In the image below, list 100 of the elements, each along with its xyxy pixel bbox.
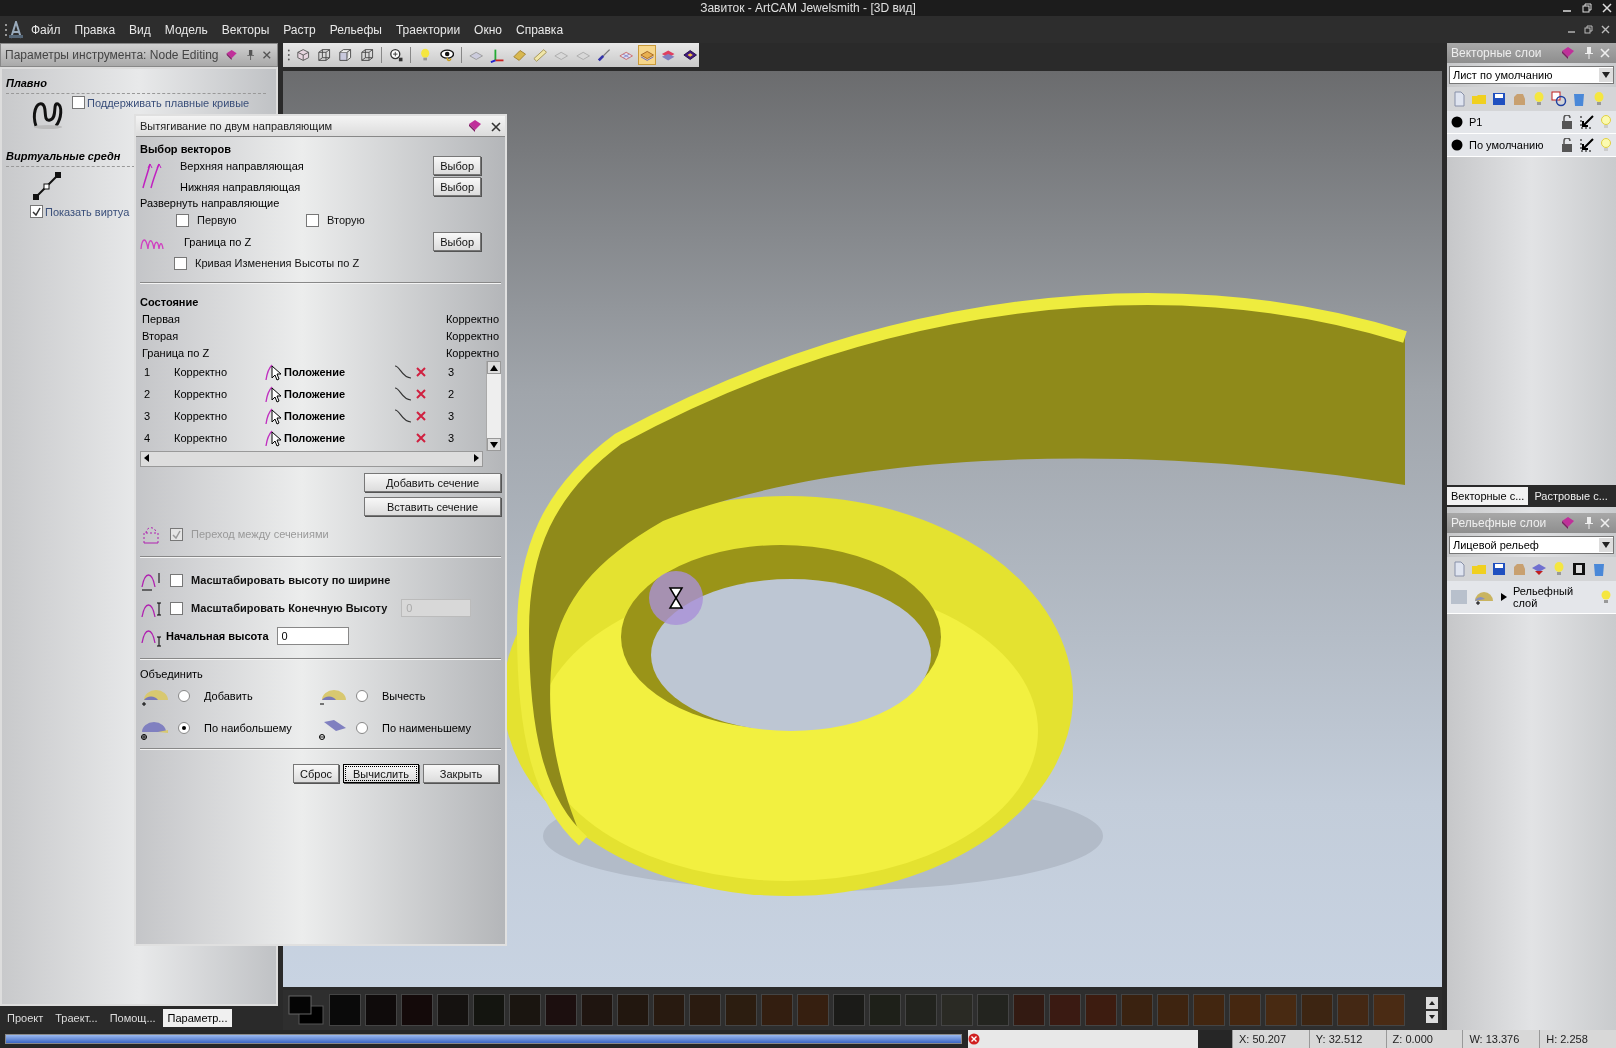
color-swatch[interactable] bbox=[725, 994, 757, 1026]
menu-item[interactable]: Окно bbox=[467, 22, 509, 37]
dialog-button[interactable]: Вычислить bbox=[343, 764, 419, 783]
select-button[interactable]: Выбор bbox=[433, 156, 481, 175]
layers-icon[interactable] bbox=[1531, 561, 1547, 577]
grip-icon[interactable] bbox=[4, 21, 8, 38]
color-swatch[interactable] bbox=[1193, 994, 1225, 1026]
color-swatch[interactable] bbox=[653, 994, 685, 1026]
color-swatch[interactable] bbox=[581, 994, 613, 1026]
checkbox[interactable]: Поддерживать плавные кривые bbox=[72, 96, 250, 109]
horizontal-scrollbar[interactable] bbox=[140, 451, 483, 467]
menu-item[interactable]: Растр bbox=[276, 22, 323, 37]
menu-item[interactable]: Справка bbox=[509, 22, 571, 37]
lock-icon[interactable] bbox=[1560, 115, 1574, 129]
select-button[interactable]: Выбор bbox=[433, 177, 481, 196]
color-swatch[interactable] bbox=[617, 994, 649, 1026]
menu-item[interactable]: Векторы bbox=[214, 22, 277, 37]
layer-dropdown[interactable]: Лицевой рельеф bbox=[1449, 536, 1614, 554]
select-arrow-icon[interactable] bbox=[1580, 115, 1594, 129]
book-icon[interactable] bbox=[1560, 45, 1576, 61]
scroll-up-icon[interactable] bbox=[490, 364, 498, 371]
layer-row[interactable]: Рельефный слой bbox=[1447, 581, 1616, 614]
color-swatch[interactable] bbox=[1373, 994, 1405, 1026]
dialog-button[interactable]: Закрыть bbox=[423, 764, 499, 783]
dialog-button[interactable]: Сброс bbox=[293, 764, 339, 783]
light-bulb-icon[interactable] bbox=[1600, 138, 1612, 152]
section-pointer-icon[interactable] bbox=[264, 429, 282, 447]
color-swatch[interactable] bbox=[761, 994, 793, 1026]
checkbox[interactable]: Кривая Изменения Высоты по Z bbox=[174, 256, 360, 270]
color-swatch[interactable] bbox=[1265, 994, 1297, 1026]
error-icon[interactable] bbox=[968, 1033, 980, 1045]
color-swatch[interactable] bbox=[365, 994, 397, 1026]
section-button[interactable]: Вставить сечение bbox=[364, 497, 501, 516]
dropdown-arrow-icon[interactable] bbox=[1602, 72, 1610, 78]
scroll-down-icon[interactable] bbox=[1426, 1011, 1438, 1023]
color-swatch[interactable] bbox=[1229, 994, 1261, 1026]
lock-icon[interactable] bbox=[1560, 138, 1574, 152]
color-swatch[interactable] bbox=[509, 994, 541, 1026]
color-swatch[interactable] bbox=[545, 994, 577, 1026]
layer-row[interactable]: P1 bbox=[1447, 111, 1616, 134]
color-swatch[interactable] bbox=[689, 994, 721, 1026]
color-swatch[interactable] bbox=[329, 994, 361, 1026]
color-swatch[interactable] bbox=[1085, 994, 1117, 1026]
dropdown-arrow-icon[interactable] bbox=[1602, 542, 1610, 548]
close-icon[interactable] bbox=[1602, 3, 1612, 13]
checkbox[interactable]: Масштабировать высоту по ширине bbox=[170, 573, 391, 587]
close-icon[interactable] bbox=[1601, 25, 1610, 34]
layer-dropdown[interactable]: Лист по умолчанию bbox=[1449, 66, 1614, 84]
delete-cross-icon[interactable] bbox=[416, 433, 426, 443]
save-icon[interactable] bbox=[1491, 561, 1507, 577]
color-swatch[interactable] bbox=[1121, 994, 1153, 1026]
expand-arrow-icon[interactable] bbox=[1501, 593, 1507, 601]
color-pair-icon[interactable] bbox=[287, 994, 325, 1026]
height-field[interactable]: 0 bbox=[276, 627, 349, 645]
select-button[interactable]: Выбор bbox=[433, 232, 481, 251]
menu-item[interactable]: Файл bbox=[24, 22, 68, 37]
section-pointer-icon[interactable] bbox=[264, 407, 282, 425]
document-icon[interactable] bbox=[1451, 91, 1467, 107]
color-swatch[interactable] bbox=[869, 994, 901, 1026]
light-bulb-icon[interactable] bbox=[1600, 115, 1612, 129]
book-icon[interactable] bbox=[1560, 515, 1576, 531]
menu-item[interactable]: Правка bbox=[67, 22, 123, 37]
menu-item[interactable]: Вид bbox=[122, 22, 158, 37]
book-icon[interactable] bbox=[467, 118, 483, 134]
menu-item[interactable]: Рельефы bbox=[322, 22, 389, 37]
menu-item[interactable]: Траектории bbox=[388, 22, 468, 37]
delete-cross-icon[interactable] bbox=[416, 367, 426, 377]
light-bulb-icon[interactable] bbox=[1600, 590, 1612, 604]
delete-cross-icon[interactable] bbox=[416, 411, 426, 421]
color-swatch[interactable] bbox=[401, 994, 433, 1026]
scroll-up-icon[interactable] bbox=[1426, 997, 1438, 1009]
vertical-scrollbar[interactable] bbox=[486, 361, 501, 451]
color-swatch[interactable] bbox=[797, 994, 829, 1026]
color-swatch[interactable] bbox=[905, 994, 937, 1026]
menu-item[interactable]: Модель bbox=[157, 22, 215, 37]
color-swatch[interactable] bbox=[1157, 994, 1189, 1026]
scroll-down-icon[interactable] bbox=[490, 441, 498, 448]
select-arrow-icon[interactable] bbox=[1580, 138, 1594, 152]
section-pointer-icon[interactable] bbox=[264, 363, 282, 381]
shapes-icon[interactable] bbox=[1551, 91, 1567, 107]
film-icon[interactable] bbox=[1571, 561, 1587, 577]
close-icon[interactable] bbox=[489, 120, 501, 132]
color-swatch[interactable] bbox=[833, 994, 865, 1026]
checkbox[interactable]: Масштабировать Конечную Высоту bbox=[170, 601, 388, 615]
checkbox[interactable]: Первую bbox=[176, 213, 306, 227]
book-icon[interactable] bbox=[224, 47, 238, 63]
color-swatch[interactable] bbox=[1049, 994, 1081, 1026]
color-swatch[interactable] bbox=[941, 994, 973, 1026]
save-icon[interactable] bbox=[1491, 91, 1507, 107]
checkbox[interactable]: Вторую bbox=[306, 213, 436, 227]
layered-plane-icon[interactable] bbox=[637, 45, 657, 65]
panel-tab[interactable]: Векторные с... bbox=[1447, 487, 1529, 505]
radio-button[interactable]: По наименьшему bbox=[356, 722, 472, 734]
radio-button[interactable]: По наибольшему bbox=[178, 722, 292, 734]
panel-tab[interactable]: Параметр... bbox=[162, 1009, 233, 1027]
color-swatch[interactable] bbox=[977, 994, 1009, 1026]
restore-icon[interactable] bbox=[1582, 3, 1592, 13]
color-swatch[interactable] bbox=[437, 994, 469, 1026]
radio-button[interactable]: Вычесть bbox=[356, 690, 426, 702]
checkbox[interactable]: Показать виртуа bbox=[30, 205, 130, 218]
